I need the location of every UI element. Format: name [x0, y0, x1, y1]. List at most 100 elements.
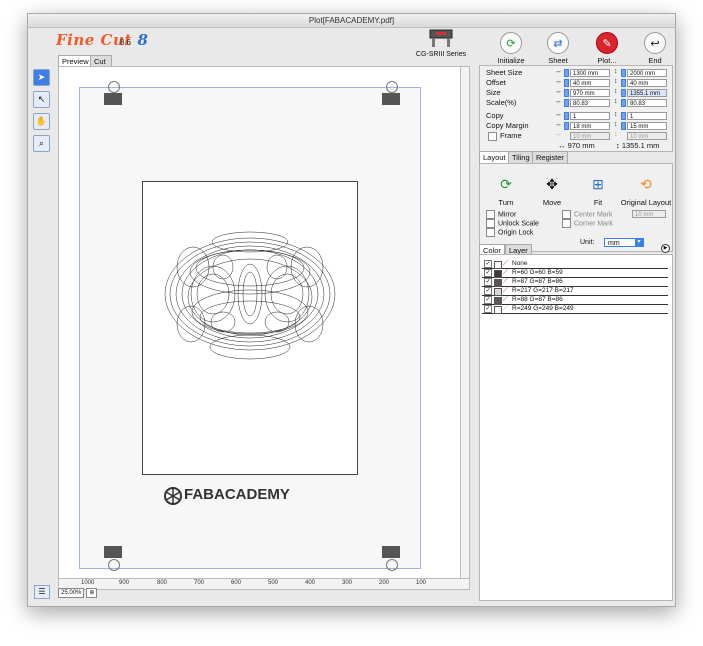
clamp-ring [386, 81, 398, 93]
vertical-arrow-icon: ↕ [614, 121, 618, 128]
zoom-level[interactable]: 25.00% [58, 588, 85, 598]
vertical-arrow-icon: ↕ [614, 78, 618, 85]
stepper[interactable] [564, 79, 569, 87]
sheet-height-field[interactable]: 2000 mm [627, 69, 667, 77]
vertical-ruler [460, 67, 469, 579]
horizontal-arrow-icon: ↔ [555, 88, 562, 95]
plot-button[interactable]: ✎ Plot... [584, 32, 630, 65]
color-row[interactable]: ✓ ⟋ R=60 G=60 B=59 [482, 269, 668, 278]
color-checkbox[interactable]: ✓ [484, 260, 492, 268]
copy-y-field[interactable]: 1 [627, 112, 667, 120]
vertical-arrow-icon: ↕ [614, 111, 618, 118]
fit-button[interactable]: ⊞ Fit [576, 176, 620, 207]
move-button[interactable]: ✥ Move [530, 176, 574, 207]
color-checkbox[interactable]: ✓ [484, 296, 492, 304]
magnet-icon[interactable]: ⊕ [86, 588, 98, 598]
scale-label: Scale(%) [486, 98, 517, 107]
copy-margin-y-field[interactable]: 15 mm [627, 122, 667, 130]
color-checkbox[interactable]: ✓ [484, 287, 492, 295]
direct-select-icon[interactable]: ↖ [33, 91, 50, 108]
stepper[interactable] [621, 99, 626, 107]
corner-mark-checkbox[interactable] [562, 219, 571, 228]
fabacademy-logo-text: FABACADEMY [184, 486, 290, 503]
color-row[interactable]: ✓ ⟋ R=87 G=87 B=86 [482, 278, 668, 287]
list-view-icon[interactable]: ☰ [34, 585, 50, 599]
vertical-arrow-icon: ↕ [614, 98, 618, 105]
horizontal-arrow-icon: ↔ [555, 98, 562, 105]
color-checkbox[interactable]: ✓ [484, 269, 492, 277]
size-width-field[interactable]: 970 mm [570, 89, 610, 97]
device-selector[interactable]: CG-SRIII Series [411, 28, 471, 58]
initialize-button[interactable]: ⟳ Initialize [488, 32, 534, 65]
corner-mark-option[interactable]: Corner Mark [562, 219, 613, 228]
pen-icon: ⟋ [503, 260, 508, 267]
stepper[interactable] [564, 112, 569, 120]
fit-icon: ⊞ [592, 176, 604, 192]
color-row[interactable]: ✓ ⟋ R=217 G=217 B=217 [482, 287, 668, 296]
color-checkbox[interactable]: ✓ [484, 278, 492, 286]
color-row[interactable]: ✓ ⟋ R=88 G=87 B=86 [482, 296, 668, 305]
pen-icon: ⟋ [503, 269, 508, 276]
frame-checkbox[interactable] [488, 132, 497, 141]
ruler-tick: 1000 [81, 580, 95, 586]
zoom-icon[interactable]: ⌕ [33, 135, 50, 152]
app-version: 8.6 [120, 38, 132, 47]
unlock-scale-option[interactable]: Unlock Scale [486, 219, 539, 228]
center-mark-checkbox[interactable] [562, 210, 571, 219]
copy-margin-label: Copy Margin [486, 121, 529, 130]
unlock-scale-checkbox[interactable] [486, 219, 495, 228]
preview-canvas[interactable]: FABACADEMY [58, 66, 470, 580]
offset-x-field[interactable]: 40 mm [570, 79, 610, 87]
tab-tiling[interactable]: Tiling [508, 151, 534, 163]
chevron-down-icon: ▾ [635, 239, 643, 246]
stepper[interactable] [621, 112, 626, 120]
panel-menu-icon[interactable]: ▶ [661, 244, 670, 253]
tab-register-mark[interactable]: Register Mark [532, 151, 568, 173]
scale-x-field[interactable]: 80.83 [570, 99, 610, 107]
pen-icon: ⟋ [503, 287, 508, 294]
copy-x-field[interactable]: 1 [570, 112, 610, 120]
stepper[interactable] [564, 99, 569, 107]
size-height-field[interactable]: 1355.1 mm [627, 89, 667, 97]
stepper[interactable] [621, 122, 626, 130]
stepper[interactable] [621, 69, 626, 77]
stepper[interactable] [621, 89, 626, 97]
color-row-none[interactable]: ✓ ⟋ None [482, 260, 668, 269]
end-button[interactable]: ↩ End [632, 32, 675, 65]
sheet-size-label: Sheet Size [486, 68, 523, 77]
horizontal-arrow-icon: ↔ [555, 68, 562, 75]
ruler-tick: 100 [416, 580, 427, 586]
clamp-ring [386, 559, 398, 571]
color-checkbox[interactable]: ✓ [484, 305, 492, 313]
parameters-panel: Sheet Size ↔ 1300 mm ↕ 2000 mm Offset ↔ … [479, 65, 673, 152]
center-mark-option[interactable]: Center Mark [562, 210, 613, 219]
original-layout-button[interactable]: ⟲ Original Layout [620, 176, 672, 207]
copy-label: Copy [486, 111, 504, 120]
cut-frame [142, 181, 358, 475]
vertical-arrow-icon: ↕ [614, 68, 618, 75]
stepper[interactable] [564, 69, 569, 77]
scale-y-field[interactable]: 80.83 [627, 99, 667, 107]
turn-button[interactable]: ⟳ Turn [484, 176, 528, 207]
color-row[interactable]: ✓ ⟋ R=249 G=249 B=249 [482, 305, 668, 314]
offset-y-field[interactable]: 40 mm [627, 79, 667, 87]
origin-lock-option[interactable]: Origin Lock [486, 228, 533, 237]
stepper[interactable] [621, 79, 626, 87]
stepper[interactable] [564, 122, 569, 130]
pen-icon: ⟋ [503, 296, 508, 303]
mirror-checkbox[interactable] [486, 210, 495, 219]
select-arrow-icon[interactable]: ➤ [33, 69, 50, 86]
unit-select[interactable]: mm ▾ [604, 238, 644, 247]
sheet-width-field[interactable]: 1300 mm [570, 69, 610, 77]
origin-lock-checkbox[interactable] [486, 228, 495, 237]
tab-layout[interactable]: Layout [479, 151, 510, 163]
stepper[interactable] [564, 89, 569, 97]
swap-arrows-icon: ⇄ [547, 32, 569, 54]
reset-icon: ⟲ [640, 176, 652, 192]
copy-margin-x-field[interactable]: 18 mm [570, 122, 610, 130]
device-name: CG-SRIII Series [415, 51, 467, 58]
mirror-option[interactable]: Mirror [486, 210, 516, 219]
ruler-tick: 300 [342, 580, 353, 586]
hand-icon[interactable]: ✋ [33, 113, 50, 130]
corner-mark-size-field: 10 mm [632, 210, 666, 218]
